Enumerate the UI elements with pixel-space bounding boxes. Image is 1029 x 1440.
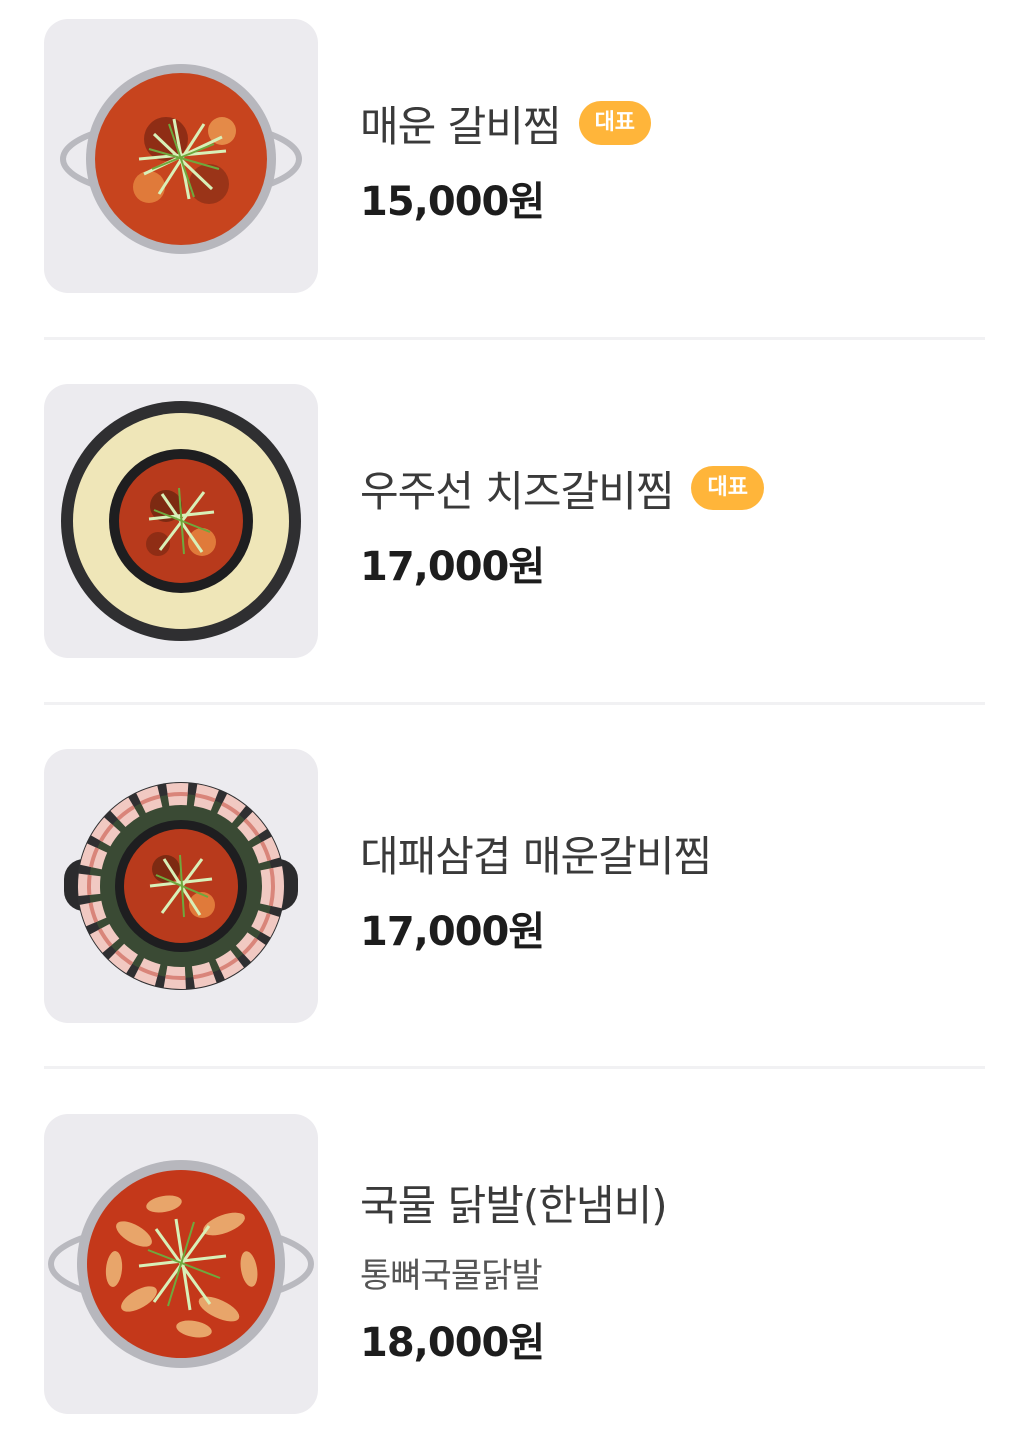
menu-list: 매운 갈비찜 대표 15,000원 우주선 치즈갈비찜 대표 17,000원 대… (0, 0, 1029, 1440)
menu-item[interactable]: 국물 닭발(한냄비) 통뼈국물닭발 18,000원 (44, 1114, 985, 1414)
menu-item-name: 매운 갈비찜 (360, 101, 562, 151)
menu-item[interactable]: 대패삼겹 매운갈비찜 17,000원 (44, 749, 985, 1025)
menu-item-name: 대패삼겹 매운갈비찜 (360, 831, 712, 881)
menu-item-photo[interactable] (44, 19, 318, 293)
menu-item[interactable]: 매운 갈비찜 대표 15,000원 (44, 19, 985, 295)
menu-item-info: 국물 닭발(한냄비) 통뼈국물닭발 18,000원 (360, 1114, 980, 1388)
menu-item-info: 우주선 치즈갈비찜 대표 17,000원 (360, 384, 980, 658)
divider (44, 337, 985, 340)
menu-item-photo[interactable] (44, 1114, 318, 1414)
menu-item-photo[interactable] (44, 384, 318, 658)
menu-item-description: 통뼈국물닭발 (360, 1256, 543, 1296)
signature-badge: 대표 (578, 101, 652, 145)
menu-item-info: 대패삼겹 매운갈비찜 17,000원 (360, 749, 980, 1023)
menu-item-name: 국물 닭발(한냄비) (360, 1180, 668, 1230)
menu-item-title-row: 국물 닭발(한냄비) (360, 1174, 668, 1230)
menu-item-info: 매운 갈비찜 대표 15,000원 (360, 19, 980, 293)
menu-item-price: 17,000원 (360, 909, 545, 955)
menu-item-price: 17,000원 (360, 544, 545, 590)
menu-item-title-row: 우주선 치즈갈비찜 대표 (360, 460, 764, 516)
divider (44, 702, 985, 705)
menu-item-title-row: 매운 갈비찜 대표 (360, 95, 652, 151)
signature-badge: 대표 (691, 466, 764, 510)
menu-item-price: 18,000원 (360, 1320, 545, 1366)
menu-item[interactable]: 우주선 치즈갈비찜 대표 17,000원 (44, 384, 985, 660)
menu-item-name: 우주선 치즈갈비찜 (360, 466, 674, 516)
menu-item-price: 15,000원 (360, 179, 545, 225)
menu-item-title-row: 대패삼겹 매운갈비찜 (360, 825, 712, 881)
divider (44, 1066, 985, 1069)
menu-item-photo[interactable] (44, 749, 318, 1023)
